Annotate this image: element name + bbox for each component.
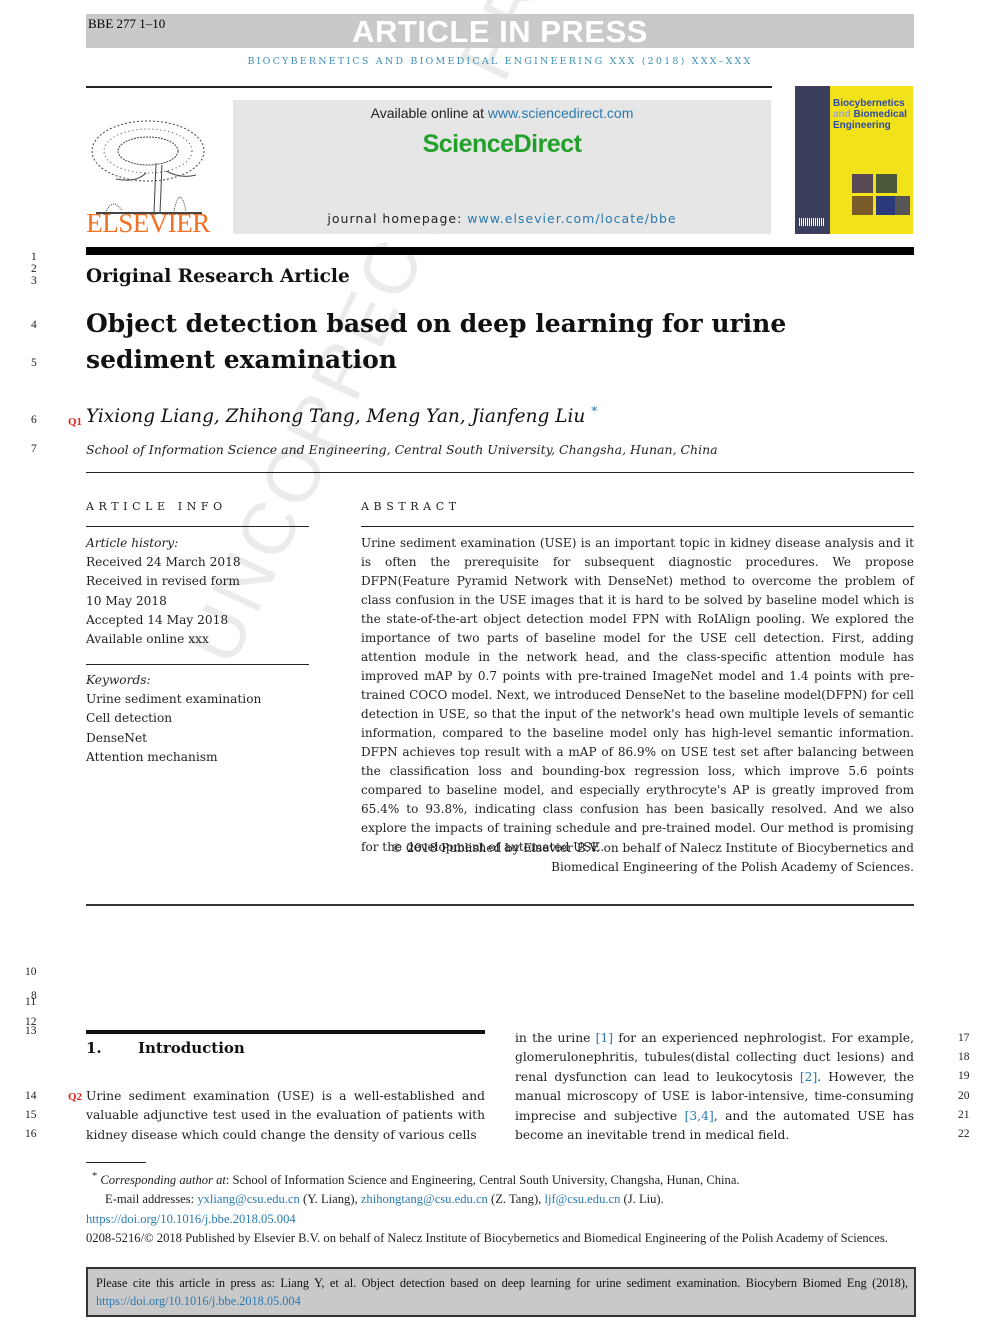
available-online-label: Available online at — [370, 105, 488, 121]
author-list: Yixiong Liang, Zhihong Tang, Meng Yan, J… — [86, 404, 597, 427]
keyword-item: Cell detection — [86, 711, 173, 726]
keywords-rule — [86, 664, 309, 665]
line-number: 18 — [958, 1051, 970, 1063]
keyword-item: Urine sediment examination — [86, 692, 262, 707]
introduction-right-column: in the urine [1] for an experienced neph… — [515, 1031, 915, 1143]
line-number: 4 — [31, 319, 37, 331]
journal-homepage: journal homepage: www.elsevier.com/locat… — [233, 211, 771, 226]
email-link[interactable]: zhihongtang@csu.edu.cn — [361, 1192, 488, 1206]
citation-text: Please cite this article in press as: Li… — [96, 1276, 908, 1308]
query-marker-q1[interactable]: Q1 — [68, 416, 82, 428]
masthead-top-rule — [86, 86, 772, 88]
reference-link[interactable]: [2] — [800, 1070, 817, 1084]
line-number: 14 — [25, 1090, 37, 1102]
history-item: Received 24 March 2018 — [86, 555, 241, 570]
cover-spine — [795, 86, 830, 234]
doi-link[interactable]: https://doi.org/10.1016/j.bbe.2018.05.00… — [86, 1210, 916, 1229]
corresponding-author-note: * Corresponding author at: School of Inf… — [92, 1171, 740, 1188]
article-info-heading: ARTICLE INFO — [86, 500, 227, 513]
sciencedirect-link[interactable]: www.sciencedirect.com — [488, 105, 634, 121]
authors: Yixiong Liang, Zhihong Tang, Meng Yan, J… — [86, 406, 586, 428]
line-number: 22 — [958, 1128, 970, 1140]
keyword-item: Attention mechanism — [86, 749, 218, 764]
journal-homepage-link[interactable]: www.elsevier.com/locate/bbe — [467, 211, 676, 226]
line-number: 1 — [31, 251, 37, 263]
cover-thumbnail — [852, 196, 873, 215]
cover-thumbnail — [876, 196, 897, 215]
reference-link[interactable]: [1] — [596, 1031, 613, 1045]
cover-thumbnail — [895, 196, 910, 215]
line-number: 10 — [25, 966, 37, 978]
introduction-rule — [86, 1030, 485, 1034]
line-number: 6 — [31, 414, 37, 426]
issn-copyright: 0208-5216/© 2018 Published by Elsevier B… — [86, 1230, 888, 1245]
keyword-item: DenseNet — [86, 730, 148, 745]
history-item: Available online xxx — [86, 632, 209, 647]
affiliation: School of Information Science and Engine… — [86, 442, 718, 457]
footnote-rule — [86, 1162, 146, 1163]
cover-thumbnail — [876, 174, 897, 193]
line-number: 17 — [958, 1032, 970, 1044]
line-number: 20 — [958, 1090, 970, 1102]
email-link[interactable]: ljf@csu.edu.cn — [544, 1192, 620, 1206]
front-matter-divider — [86, 904, 914, 906]
article-info-rule — [86, 526, 309, 527]
abstract-text: Urine sediment examination (USE) is an i… — [361, 536, 914, 854]
homepage-label: journal homepage: — [327, 211, 468, 226]
history-item: Accepted 14 May 2018 — [86, 612, 229, 627]
abstract-heading: ABSTRACT — [361, 500, 461, 513]
article-code: BBE 277 1–10 — [88, 16, 166, 31]
line-number: 7 — [31, 443, 37, 455]
line-number: 21 — [958, 1109, 970, 1121]
masthead-bottom-rule — [86, 247, 914, 255]
journal-running-head: BIOCYBERNETICS AND BIOMEDICAL ENGINEERIN… — [247, 56, 753, 67]
cover-thumbnail — [852, 174, 873, 193]
citation-doi-link[interactable]: https://doi.org/10.1016/j.bbe.2018.05.00… — [96, 1294, 301, 1308]
line-number: 19 — [958, 1070, 970, 1082]
line-number: 2 — [31, 263, 37, 275]
available-online: Available online at www.sciencedirect.co… — [233, 105, 771, 121]
elsevier-wordmark: ELSEVIER — [86, 208, 210, 238]
introduction-heading: 1. Introduction — [86, 1039, 245, 1057]
article-history: Article history: Received 24 March 2018 … — [86, 534, 310, 649]
reference-link[interactable]: [3,4] — [685, 1109, 714, 1123]
line-number: 5 — [31, 357, 37, 369]
title-divider — [86, 472, 914, 473]
email-addresses: E-mail addresses: yxliang@csu.edu.cn (Y.… — [105, 1192, 664, 1207]
introduction-left-column: Urine sediment examination (USE) is a we… — [86, 1089, 485, 1142]
article-type: Original Research Article — [86, 266, 350, 287]
history-item: Received in revised form — [86, 574, 240, 589]
query-marker-q2[interactable]: Q2 — [68, 1091, 82, 1103]
abstract-copyright: © 2018 Published by Elsevier B.V. on beh… — [390, 841, 914, 874]
journal-cover-image: Biocybernetics and Biomedical Engineerin… — [795, 86, 913, 234]
article-title: Object detection based on deep learning … — [86, 309, 787, 374]
line-number: 15 — [25, 1109, 37, 1121]
barcode-icon — [799, 218, 825, 226]
corresponding-author-link[interactable]: * — [591, 404, 597, 418]
keywords: Keywords: Urine sediment examination Cel… — [86, 671, 310, 767]
sciencedirect-logo: ScienceDirect — [422, 130, 582, 158]
footnotes: * Corresponding author at: School of Inf… — [86, 1167, 916, 1248]
history-item: 10 May 2018 — [86, 593, 167, 608]
line-number: 13 — [25, 1025, 37, 1037]
abstract-rule — [361, 526, 914, 527]
article-in-press-banner: ARTICLE IN PRESS — [352, 14, 648, 49]
cover-title: Biocybernetics and Biomedical Engineerin… — [833, 98, 907, 131]
line-number: 3 — [31, 275, 37, 287]
email-link[interactable]: yxliang@csu.edu.cn — [197, 1192, 300, 1206]
line-number: 16 — [25, 1128, 37, 1140]
